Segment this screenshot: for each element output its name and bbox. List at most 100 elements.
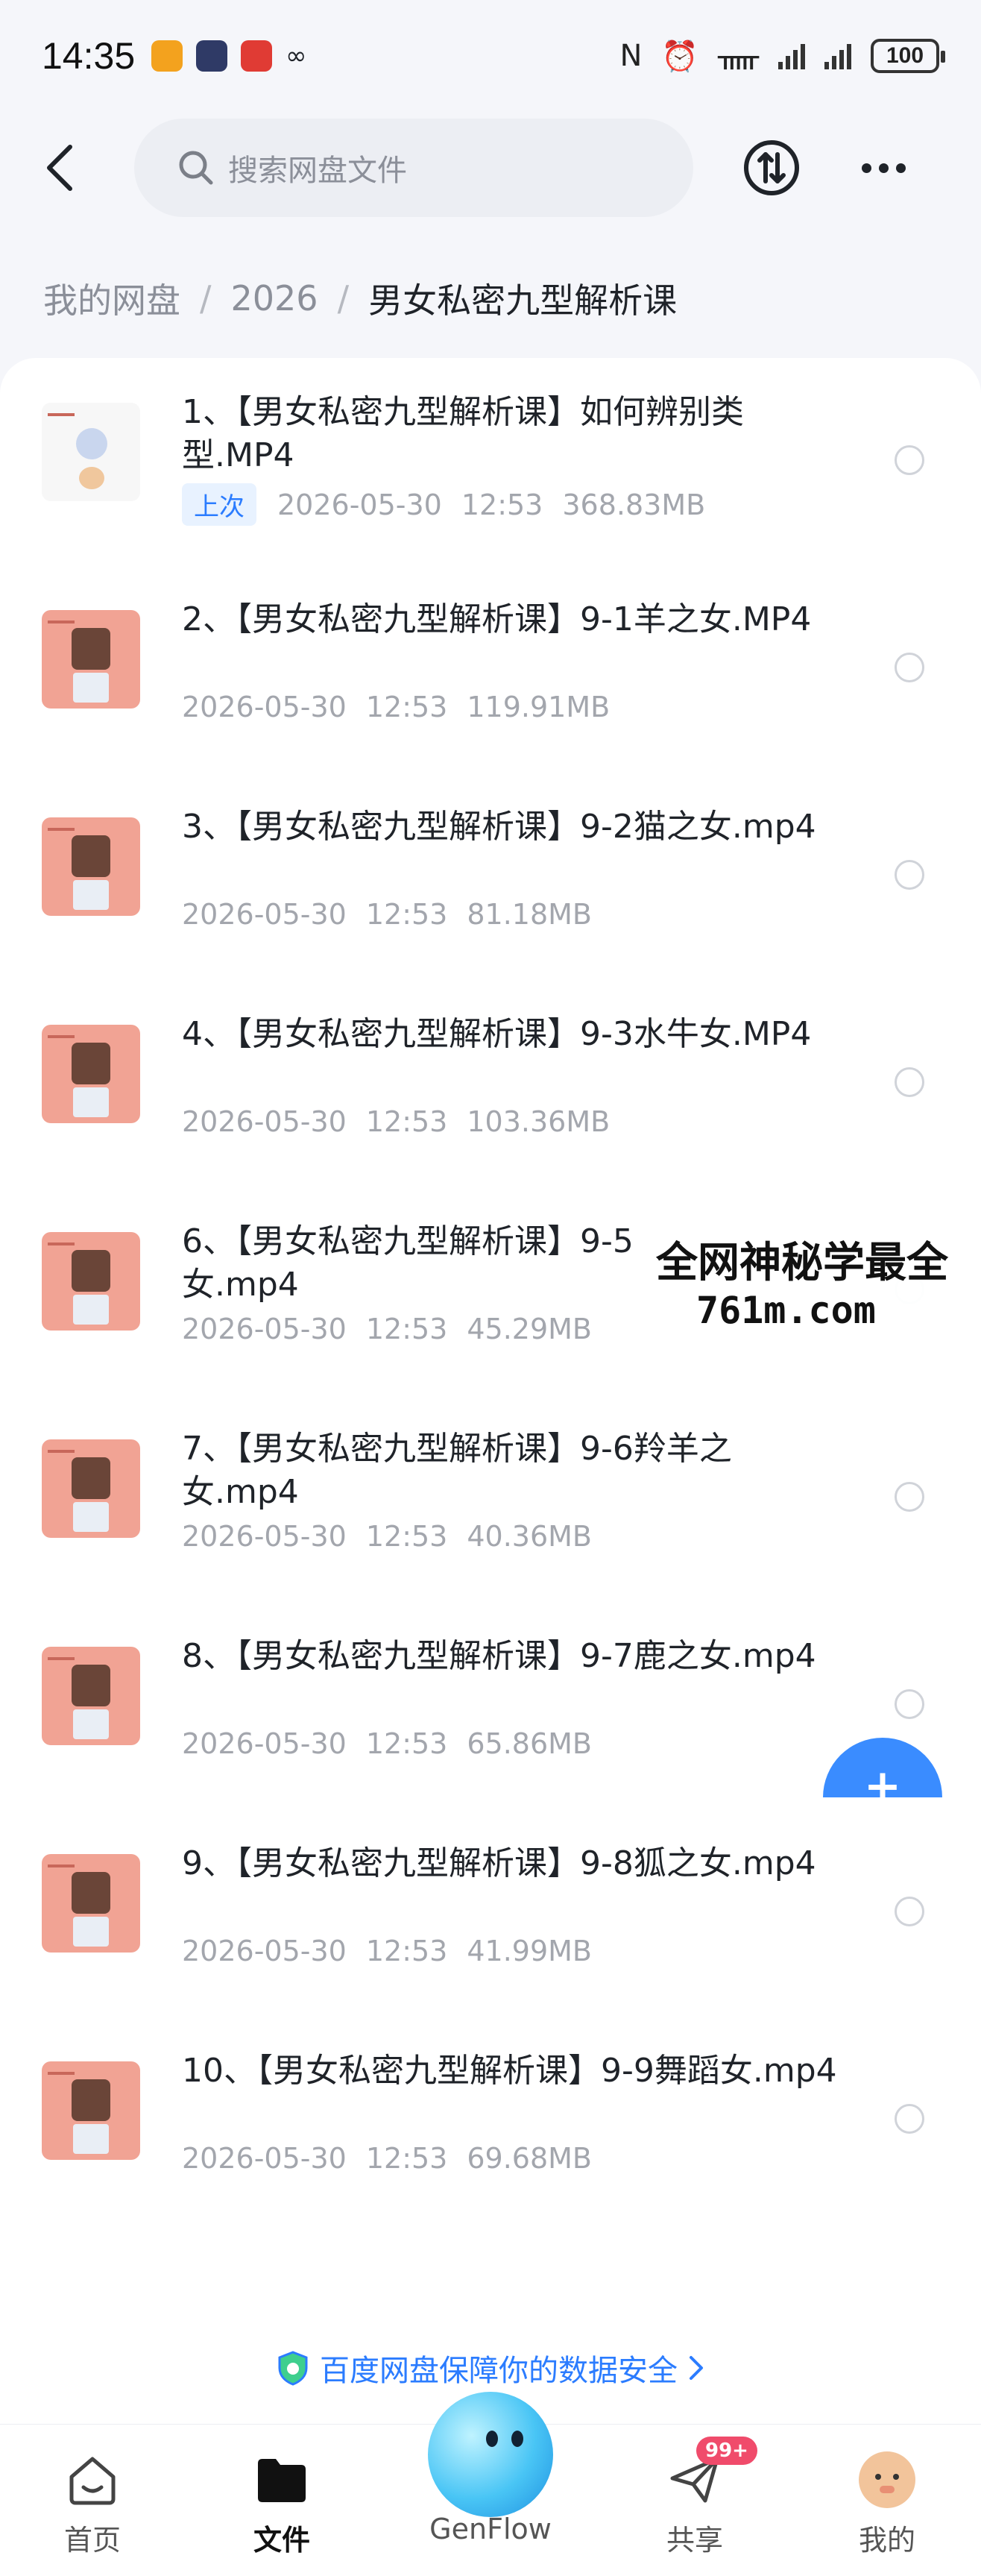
file-size: 40.36MB	[467, 1520, 593, 1553]
link-icon: ∞	[286, 41, 307, 71]
file-name: 2、【男女私密九型解析课】9-1羊之女.MP4	[182, 600, 812, 638]
alarm-icon: ⏰	[661, 39, 699, 74]
file-name: 7、【男女私密九型解析课】9-6羚羊之女.mp4	[182, 1430, 732, 1511]
video-thumbnail	[42, 1232, 140, 1331]
select-checkbox[interactable]	[895, 445, 924, 475]
transfer-button[interactable]	[738, 134, 805, 201]
nav-genflow[interactable]: GenFlow	[416, 2513, 565, 2545]
signal-icon	[824, 43, 851, 69]
file-row[interactable]: 7、【男女私密九型解析课】9-6羚羊之女.mp4 2026-05-30 12:5…	[0, 1395, 981, 1602]
video-thumbnail	[42, 2061, 140, 2160]
nav-home[interactable]: 首页	[18, 2451, 167, 2558]
file-name: 9、【男女私密九型解析课】9-8狐之女.mp4	[182, 1844, 816, 1882]
share-count-badge: 99+	[696, 2437, 757, 2465]
file-time: 12:53	[365, 2142, 448, 2175]
more-dot	[861, 163, 871, 173]
select-checkbox[interactable]	[895, 653, 924, 682]
security-text: 百度网盘保障你的数据安全	[320, 2354, 678, 2388]
upload-fab[interactable]: +	[823, 1738, 942, 1797]
video-thumbnail	[42, 1647, 140, 1745]
file-time: 12:53	[365, 1105, 448, 1138]
file-date: 2026-05-30	[182, 2142, 347, 2175]
bottom-nav: 首页 文件 GenFlow 99+ 共享 我的	[0, 2392, 981, 2576]
video-thumbnail	[42, 1439, 140, 1538]
file-name-line2: 女.mp4	[182, 1266, 299, 1304]
file-meta: 2026-05-30 12:53 69.68MB	[182, 2142, 592, 2175]
status-bar: 14:35 ∞ N ⏰ ᚅ 100	[0, 0, 981, 112]
select-checkbox[interactable]	[895, 1067, 924, 1097]
breadcrumb-item-root[interactable]: 我的网盘	[43, 274, 180, 323]
video-thumbnail	[42, 1854, 140, 1953]
avatar	[859, 2451, 915, 2508]
file-date: 2026-05-30	[182, 1105, 347, 1138]
file-size: 41.99MB	[467, 1935, 593, 1967]
mascot-eye	[486, 2431, 498, 2447]
signal-icon	[778, 43, 805, 69]
search-placeholder: 搜索网盘文件	[228, 154, 407, 188]
file-row[interactable]: 1、【男女私密九型解析课】如何辨别类型.MP4 上次 2026-05-30 12…	[0, 358, 981, 565]
file-date: 2026-05-30	[182, 1935, 347, 1967]
more-dot	[895, 163, 906, 173]
file-row[interactable]: 2、【男女私密九型解析课】9-1羊之女.MP4 2026-05-30 12:53…	[0, 565, 981, 773]
video-thumbnail	[42, 403, 140, 501]
nav-genflow-label: GenFlow	[429, 2513, 552, 2545]
status-time: 14:35	[42, 35, 136, 77]
file-meta: 2026-05-30 12:53 81.18MB	[182, 898, 592, 931]
file-meta: 2026-05-30 12:53 41.99MB	[182, 1935, 592, 1967]
select-checkbox[interactable]	[895, 2104, 924, 2134]
file-name: 10、【男女私密九型解析课】9-9舞蹈女.mp4	[182, 2052, 837, 2090]
file-row[interactable]: 10、【男女私密九型解析课】9-9舞蹈女.mp4 2026-05-30 12:5…	[0, 2017, 981, 2224]
app-notification-icon	[151, 40, 183, 72]
file-meta: 2026-05-30 12:53 65.86MB	[182, 1727, 592, 1760]
file-name: 8、【男女私密九型解析课】9-7鹿之女.mp4	[182, 1637, 816, 1675]
file-size: 81.18MB	[467, 898, 593, 931]
select-checkbox[interactable]	[895, 1482, 924, 1512]
breadcrumb: 我的网盘 / 2026 / 男女私密九型解析课	[43, 268, 677, 328]
file-name-line1: 6、【男女私密九型解析课】9-5	[182, 1222, 634, 1260]
file-row[interactable]: 3、【男女私密九型解析课】9-2猫之女.mp4 2026-05-30 12:53…	[0, 773, 981, 980]
back-arrow-icon	[47, 145, 72, 191]
file-date: 2026-05-30	[182, 1520, 347, 1553]
battery-indicator: 100	[871, 39, 945, 73]
file-size: 65.86MB	[467, 1727, 593, 1760]
header: 搜索网盘文件	[0, 112, 981, 224]
video-thumbnail	[42, 817, 140, 916]
file-size: 119.91MB	[467, 691, 611, 723]
file-date: 2026-05-30	[182, 1727, 347, 1760]
last-viewed-badge: 上次	[182, 483, 256, 526]
breadcrumb-item-year[interactable]: 2026	[231, 278, 318, 318]
file-time: 12:53	[461, 488, 543, 521]
select-checkbox[interactable]	[895, 1689, 924, 1719]
nav-share-label: 共享	[666, 2524, 723, 2557]
nav-share[interactable]: 99+ 共享	[620, 2437, 769, 2558]
file-row[interactable]: 4、【男女私密九型解析课】9-3水牛女.MP4 2026-05-30 12:53…	[0, 980, 981, 1187]
select-checkbox[interactable]	[895, 1897, 924, 1926]
file-row[interactable]: 9、【男女私密九型解析课】9-8狐之女.mp4 2026-05-30 12:53…	[0, 1809, 981, 2017]
shield-icon	[278, 2351, 308, 2386]
genflow-mascot-icon[interactable]	[428, 2392, 553, 2517]
nav-files[interactable]: 文件	[207, 2451, 356, 2558]
watermark-text: 全网神秘学最全	[656, 1239, 948, 1287]
select-checkbox[interactable]	[895, 860, 924, 890]
search-input[interactable]: 搜索网盘文件	[134, 119, 693, 217]
nav-me[interactable]: 我的	[813, 2451, 962, 2558]
file-name: 3、【男女私密九型解析课】9-2猫之女.mp4	[182, 808, 816, 846]
watermark-url: 761m.com	[696, 1289, 876, 1332]
plus-icon: +	[823, 1738, 942, 1797]
video-thumbnail	[42, 610, 140, 709]
security-notice[interactable]: 百度网盘保障你的数据安全	[0, 2342, 981, 2394]
file-name: 4、【男女私密九型解析课】9-3水牛女.MP4	[182, 1015, 812, 1053]
file-time: 12:53	[365, 691, 448, 723]
breadcrumb-separator: /	[200, 278, 212, 318]
file-meta: 2026-05-30 12:53 45.29MB	[182, 1313, 592, 1345]
file-time: 12:53	[365, 898, 448, 931]
file-size: 45.29MB	[467, 1313, 593, 1345]
file-meta: 2026-05-30 12:53 40.36MB	[182, 1520, 592, 1553]
breadcrumb-separator: /	[337, 278, 350, 318]
back-button[interactable]	[30, 138, 89, 198]
status-app-icons: ∞	[151, 40, 306, 72]
chevron-right-icon	[690, 2356, 703, 2380]
paper-plane-icon: 99+	[666, 2437, 757, 2508]
more-options-button[interactable]	[850, 134, 917, 201]
status-indicators: N ⏰ ᚅ 100	[619, 39, 945, 74]
